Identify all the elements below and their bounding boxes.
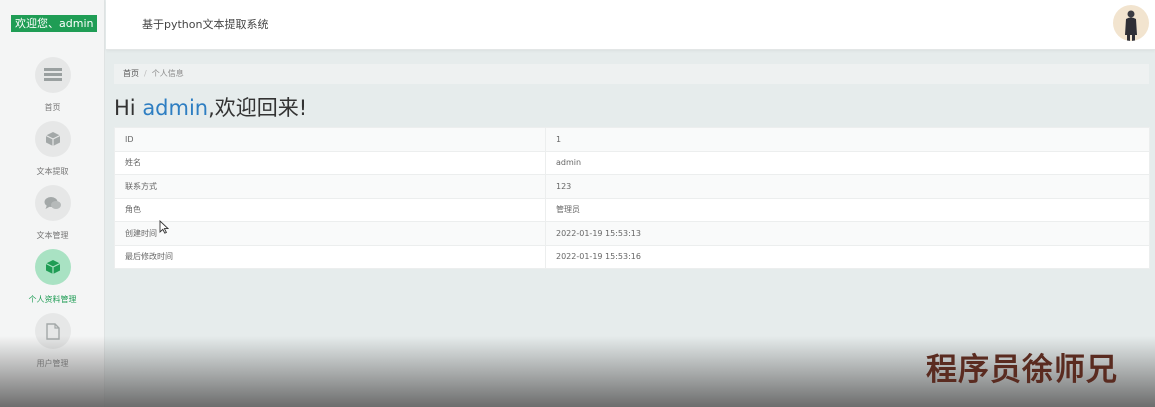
row-value: 1 [545, 127, 1150, 152]
breadcrumb-home-link[interactable]: 首页 [123, 69, 139, 78]
cube-icon [34, 121, 71, 157]
breadcrumb-current: 个人信息 [151, 69, 184, 78]
nav-item-text-manage[interactable]: 文本管理 [0, 185, 105, 241]
nav-label: 个人资料管理 [28, 295, 77, 304]
table-row: ID 1 [114, 127, 1150, 152]
greeting-username: admin [142, 96, 209, 120]
row-label: 联系方式 [114, 174, 546, 199]
profile-table: ID 1 姓名 admin 联系方式 123 角色 管理员 创建时间 2022-01-19… [114, 127, 1150, 269]
row-label: 角色 [114, 197, 546, 222]
sidebar: 欢迎您、admin 首页 文本提取 文本管理 个人资料管理 用户管理 [0, 0, 105, 407]
row-label: 姓名 [114, 150, 546, 175]
breadcrumb-separator: / [144, 69, 147, 78]
nav-item-text-extract[interactable]: 文本提取 [0, 121, 105, 177]
nav-label: 文本提取 [36, 167, 69, 176]
table-row: 联系方式 123 [114, 174, 1150, 199]
chat-icon [34, 185, 71, 221]
nav-label: 首页 [44, 103, 61, 112]
nav-label: 用户管理 [36, 359, 69, 368]
row-value: 管理员 [545, 197, 1150, 222]
greeting-prefix: Hi [114, 96, 143, 120]
table-row: 姓名 admin [114, 150, 1150, 175]
row-value: 123 [545, 174, 1150, 199]
watermark: 程序员徐师兄 [926, 352, 1118, 388]
page-greeting: Hi admin,欢迎回来! [114, 94, 307, 122]
row-value: admin [545, 150, 1150, 175]
nav-item-home[interactable]: 首页 [0, 57, 105, 113]
file-icon [34, 313, 71, 349]
welcome-badge: 欢迎您、admin [11, 15, 98, 32]
nav-item-profile[interactable]: 个人资料管理 [0, 249, 105, 305]
nav-item-users[interactable]: 用户管理 [0, 313, 105, 369]
row-value: 2022-01-19 15:53:16 [545, 244, 1150, 269]
row-label: 创建时间 [114, 221, 546, 246]
system-title: 基于python文本提取系统 [142, 18, 269, 31]
row-value: 2022-01-19 15:53:13 [545, 221, 1150, 246]
row-label: 最后修改时间 [114, 244, 546, 269]
greeting-suffix: ,欢迎回来! [208, 96, 308, 120]
breadcrumb: 首页 / 个人信息 [114, 64, 1149, 84]
table-row: 角色 管理员 [114, 197, 1150, 222]
nav-label: 文本管理 [36, 231, 69, 240]
cube-icon [34, 249, 71, 285]
top-header: 基于python文本提取系统 [106, 0, 1155, 50]
home-icon [34, 57, 71, 93]
table-row: 创建时间 2022-01-19 15:53:13 [114, 221, 1150, 246]
row-label: ID [114, 127, 546, 152]
mouse-cursor-icon [159, 219, 170, 238]
avatar[interactable] [1113, 5, 1149, 41]
table-row: 最后修改时间 2022-01-19 15:53:16 [114, 244, 1150, 269]
